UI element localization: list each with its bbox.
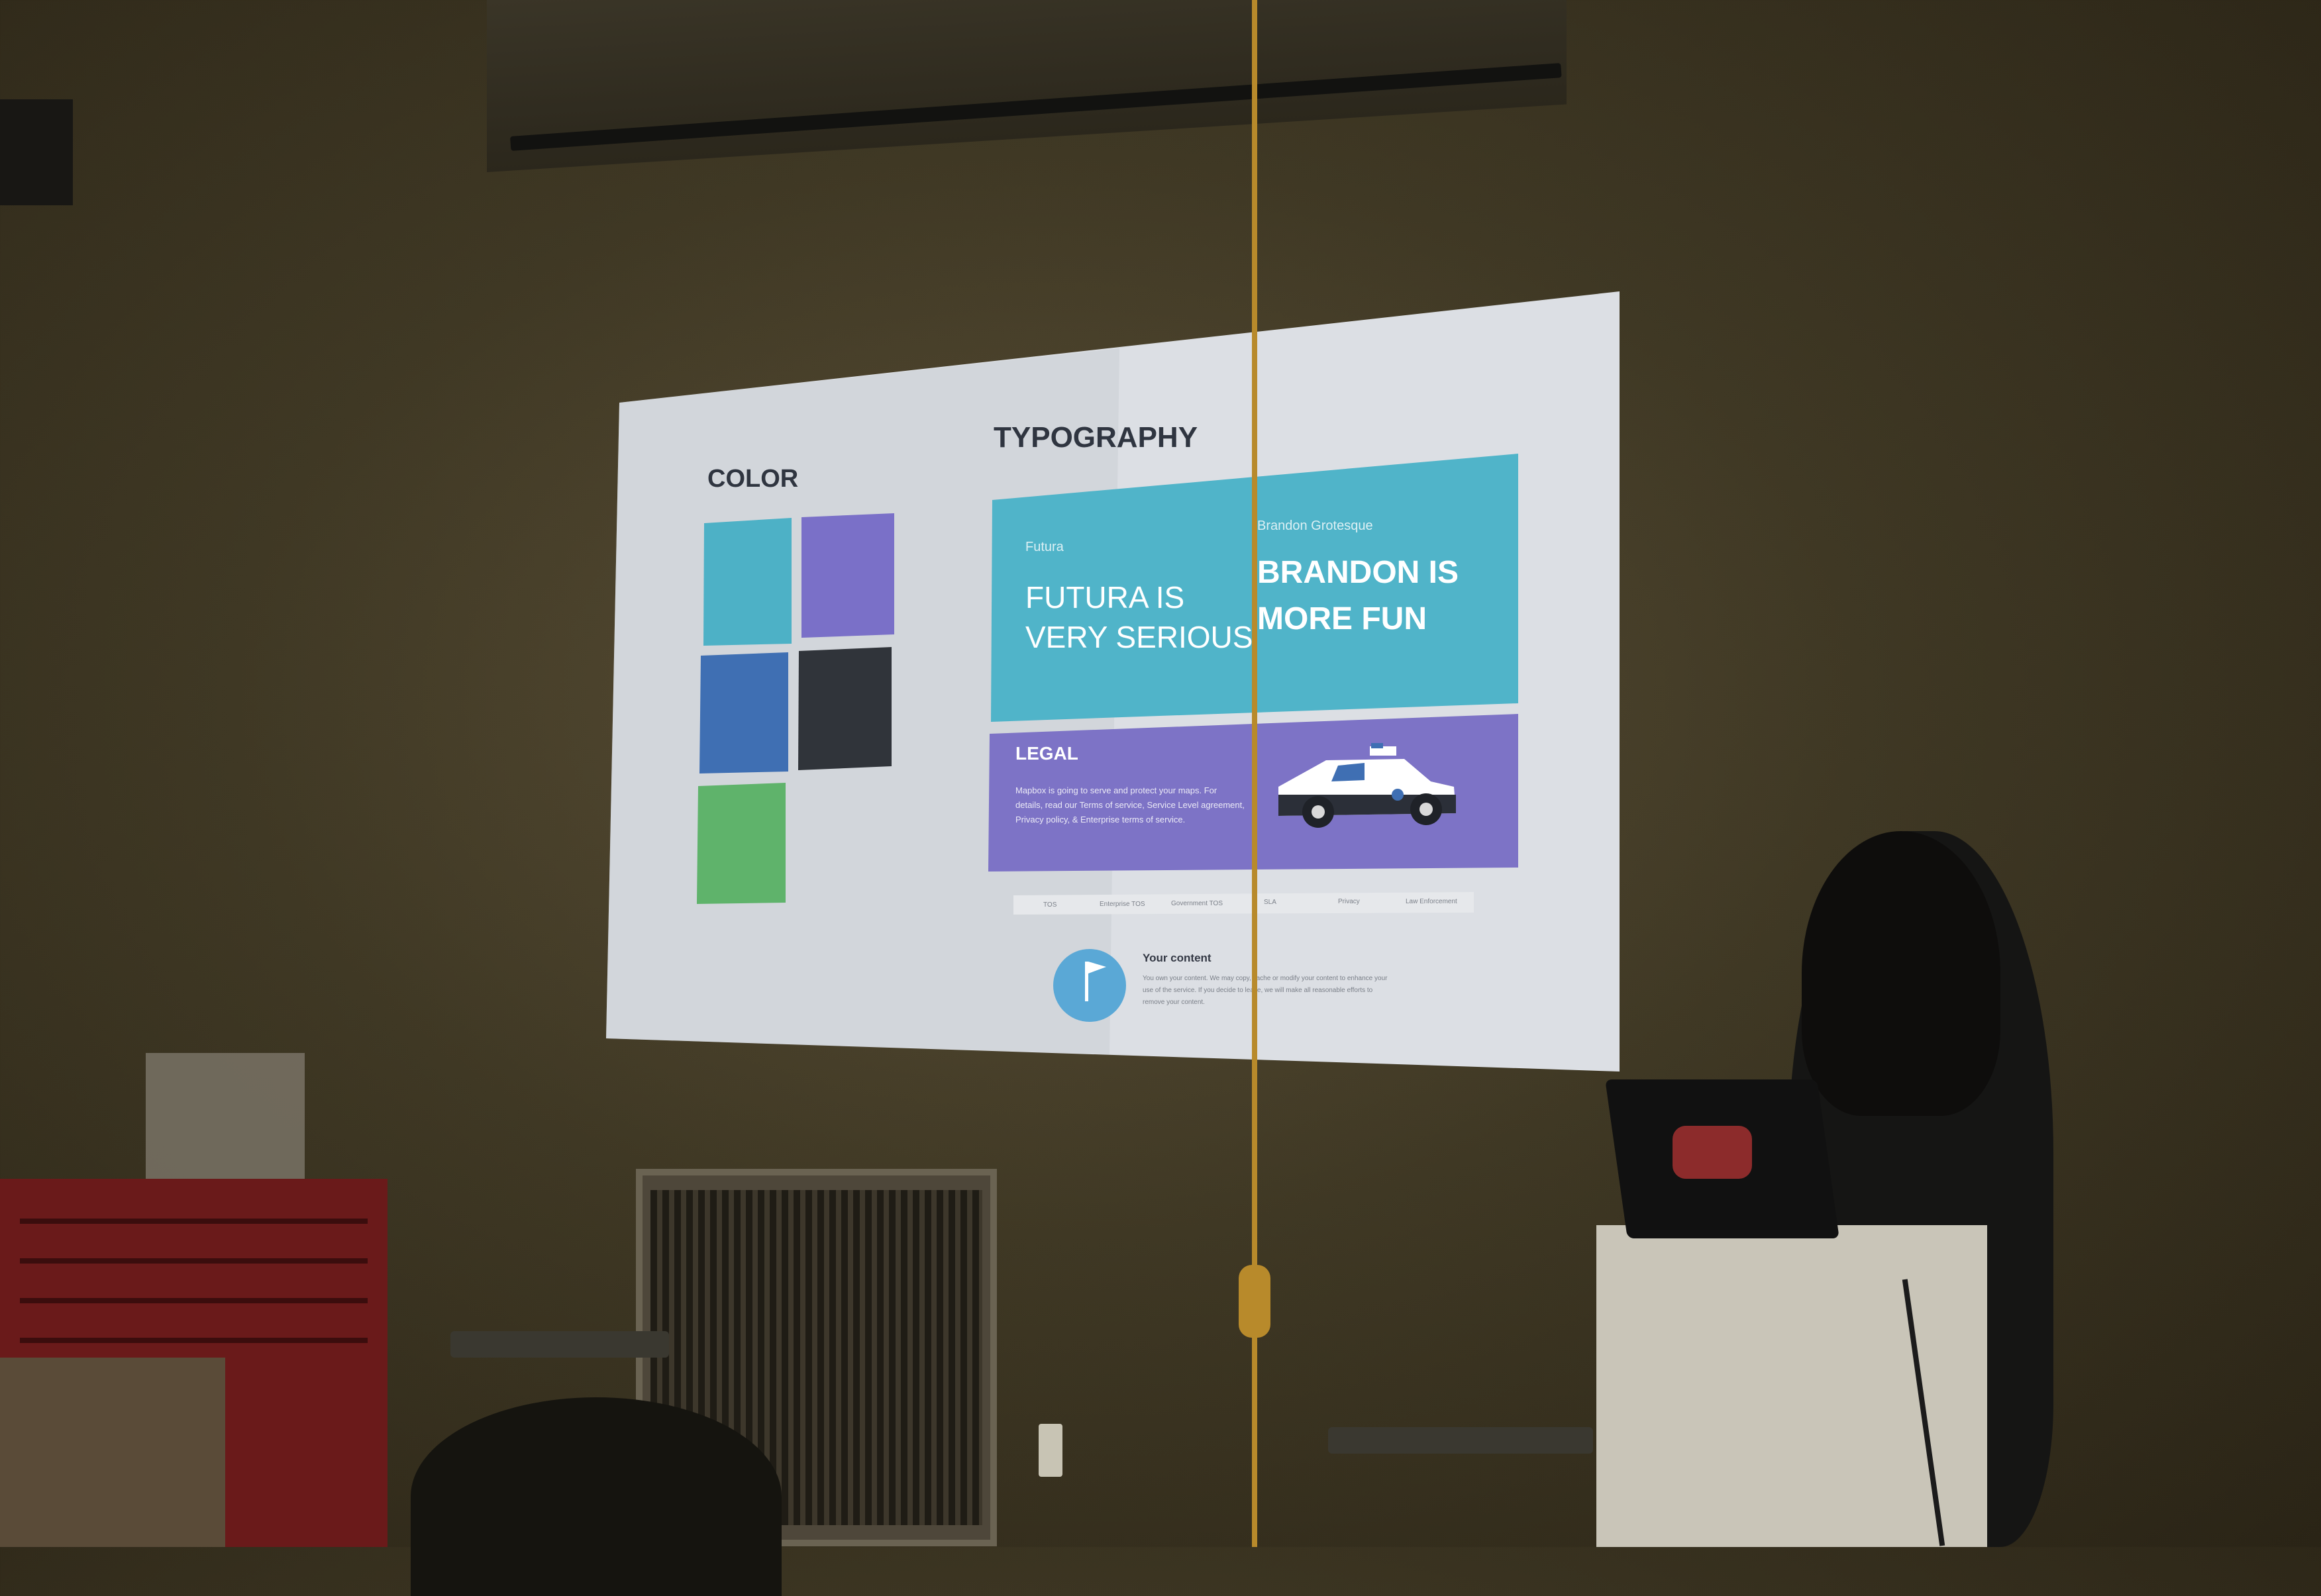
tab-tos: TOS xyxy=(1043,901,1057,909)
content-body-2: use of the service. If you decide to lea… xyxy=(1143,987,1373,994)
typeface-left-big-1: FUTURA IS xyxy=(1025,580,1184,615)
typeface-right-big-1: BRANDON IS xyxy=(1257,555,1459,590)
swatch-purple xyxy=(801,513,894,638)
tab-bar xyxy=(1013,892,1474,915)
chair-back xyxy=(411,1397,782,1596)
legal-body-2: details, read our Terms of service, Serv… xyxy=(1015,800,1245,810)
content-flag-icon xyxy=(1053,949,1126,1022)
swatch-blue xyxy=(699,652,788,773)
typography-heading: TYPOGRAPHY xyxy=(994,421,1198,454)
content-body-3: remove your content. xyxy=(1143,999,1205,1006)
legal-title: LEGAL xyxy=(1015,743,1078,764)
laptop-sticker xyxy=(1673,1126,1752,1179)
drawer-line xyxy=(20,1219,368,1224)
color-heading: COLOR xyxy=(707,465,798,493)
content-title: Your content xyxy=(1143,952,1212,964)
legal-body-3: Privacy policy, & Enterprise terms of se… xyxy=(1015,815,1185,824)
typeface-left-big-2: VERY SERIOUS xyxy=(1025,620,1253,654)
tab-government-tos: Government TOS xyxy=(1171,900,1223,907)
typeface-right-big-2: MORE FUN xyxy=(1257,601,1427,636)
podium xyxy=(1596,1225,1987,1547)
drawer-line xyxy=(20,1258,368,1264)
rope-knot xyxy=(1239,1265,1270,1338)
content-body-1: You own your content. We may copy, cache… xyxy=(1143,975,1388,982)
wall-outlet xyxy=(1039,1424,1062,1477)
swatch-dark xyxy=(798,647,892,770)
swatch-green xyxy=(697,783,786,904)
presenter-hair xyxy=(1802,831,2000,1116)
drawer-line xyxy=(20,1298,368,1303)
work-table xyxy=(0,1358,225,1547)
tab-enterprise-tos: Enterprise TOS xyxy=(1100,901,1145,908)
storage-bin xyxy=(146,1053,305,1179)
typeface-left-small: Futura xyxy=(1025,540,1064,554)
typeface-right-small: Brandon Grotesque xyxy=(1257,519,1373,533)
tab-law-enforcement: Law Enforcement xyxy=(1406,898,1457,905)
tab-sla: SLA xyxy=(1264,899,1276,906)
drawer-line xyxy=(20,1338,368,1343)
tab-privacy: Privacy xyxy=(1338,898,1360,905)
legal-body-1: Mapbox is going to serve and protect you… xyxy=(1015,785,1217,795)
stool-seat xyxy=(1328,1427,1593,1454)
stool-seat xyxy=(450,1331,669,1358)
swatch-teal xyxy=(703,518,792,646)
